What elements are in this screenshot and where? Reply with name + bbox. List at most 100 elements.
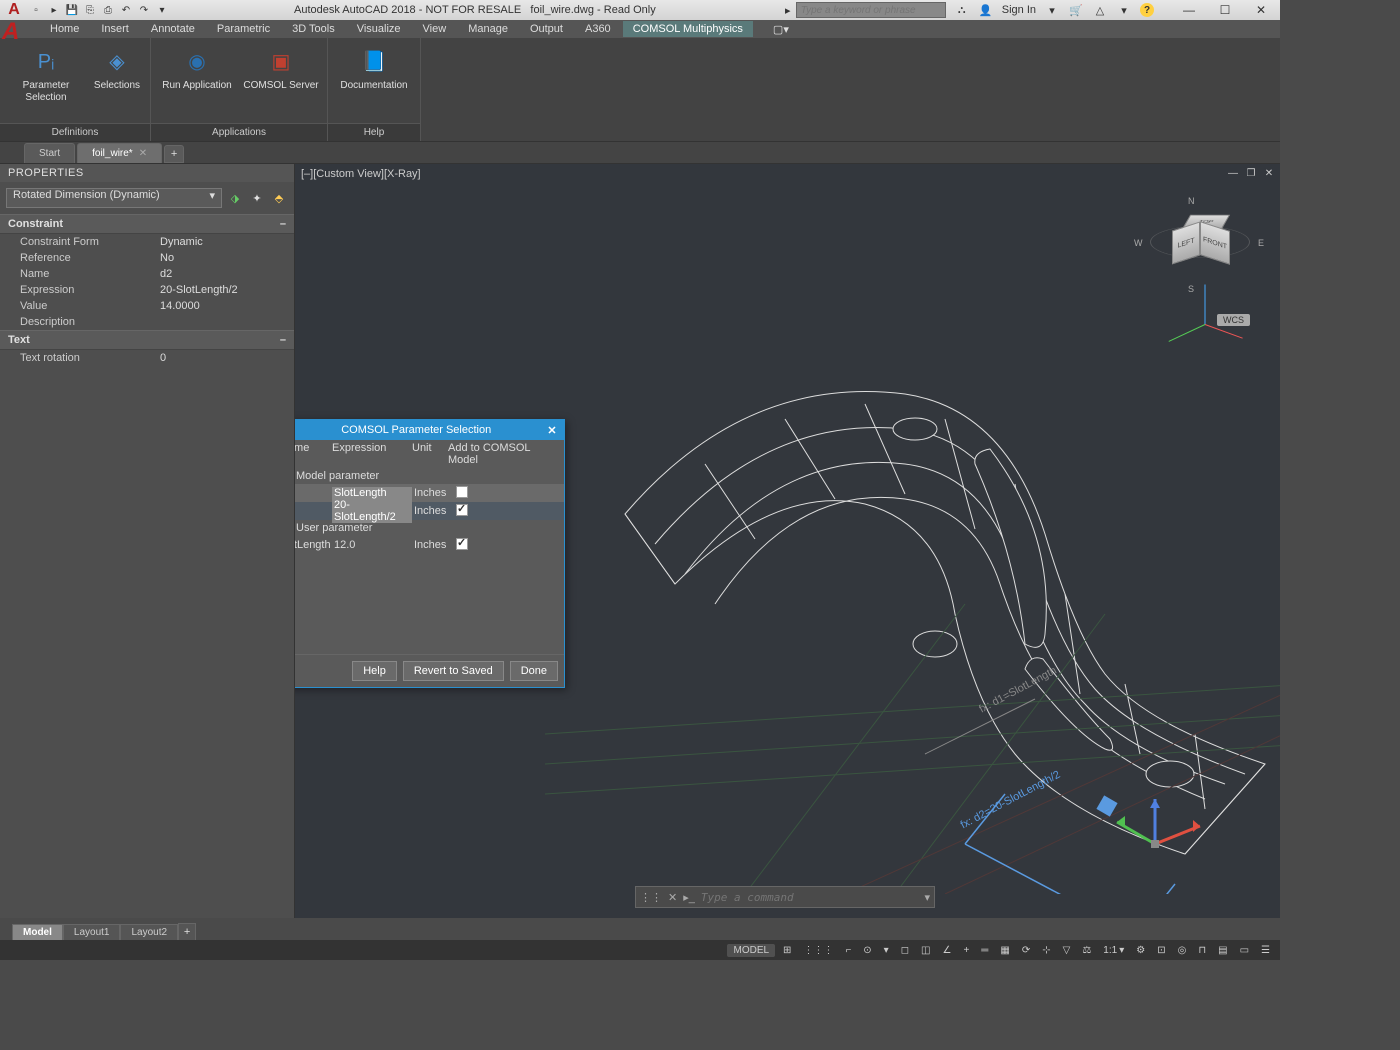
group-user-parameter[interactable]: User parameter (295, 520, 564, 536)
maximize-icon[interactable]: ☐ (1210, 1, 1240, 19)
checkbox-d1[interactable] (456, 486, 468, 498)
prop-reference[interactable]: ReferenceNo (0, 250, 294, 266)
status-lwt-icon[interactable]: ═ (977, 945, 992, 956)
tab-foil-wire[interactable]: foil_wire* ✕ (77, 143, 162, 163)
status-isodraft-icon[interactable]: ▾ (880, 945, 893, 956)
quick-select-icon[interactable]: ⬗ (226, 189, 244, 207)
prop-text-rotation[interactable]: Text rotation0 (0, 350, 294, 366)
status-cycle-icon[interactable]: ⟳ (1018, 945, 1034, 956)
status-model-toggle[interactable]: MODEL (727, 944, 775, 957)
dialog-help-button[interactable]: Help (352, 661, 397, 681)
dialog-close-icon[interactable]: ✕ (544, 422, 560, 438)
run-application-button[interactable]: ◉ Run Application (157, 42, 237, 119)
close-icon[interactable]: ✕ (1246, 1, 1276, 19)
command-close-icon[interactable]: ✕ (668, 891, 677, 904)
saveas-icon[interactable]: ⎘ (82, 2, 98, 18)
menu-comsol[interactable]: COMSOL Multiphysics (623, 21, 753, 37)
qat-dropdown-icon[interactable]: ▾ (154, 2, 170, 18)
viewport-close-icon[interactable]: ✕ (1262, 166, 1276, 180)
help-dropdown-icon[interactable]: ▾ (1116, 2, 1132, 18)
status-filter-icon[interactable]: ▽ (1059, 945, 1075, 956)
tab-close-icon[interactable]: ✕ (139, 148, 147, 159)
status-anno-icon[interactable]: ⚖ (1078, 945, 1095, 956)
minimize-icon[interactable]: — (1174, 1, 1204, 19)
status-osnap-icon[interactable]: ◻ (897, 945, 913, 956)
new-icon[interactable]: ▫ (28, 2, 44, 18)
menu-view[interactable]: View (413, 21, 457, 37)
prop-value[interactable]: Value14.0000 (0, 298, 294, 314)
checkbox-slotlength[interactable] (456, 538, 468, 550)
status-annomon-icon[interactable]: ◎ (1174, 945, 1191, 956)
viewport[interactable]: [–][Custom View][X-Ray] — ❐ ✕ N E S W TO… (295, 164, 1280, 918)
selection-type-dropdown[interactable]: Rotated Dimension (Dynamic) ▾ (6, 188, 222, 208)
autodesk-icon[interactable]: ⛬ (954, 2, 970, 18)
documentation-button[interactable]: 📘 Documentation (334, 42, 414, 119)
layout-tab-l2[interactable]: Layout2 (120, 924, 178, 941)
param-row-d2[interactable]: d2 20-SlotLength/2 Inches (295, 502, 564, 520)
tab-add-button[interactable]: + (164, 145, 184, 163)
menu-visualize[interactable]: Visualize (347, 21, 411, 37)
status-qprop-icon[interactable]: ▤ (1214, 945, 1231, 956)
save-icon[interactable]: 💾 (64, 2, 80, 18)
signin-icon[interactable]: 👤 (978, 2, 994, 18)
viewport-label[interactable]: [–][Custom View][X-Ray] (301, 168, 421, 180)
undo-icon[interactable]: ↶ (118, 2, 134, 18)
command-menu-icon[interactable]: ▾ (924, 891, 930, 904)
pick-add-icon[interactable]: ✦ (248, 189, 266, 207)
layout-add-button[interactable]: + (178, 923, 196, 941)
menu-annotate[interactable]: Annotate (141, 21, 205, 37)
status-dyn-icon[interactable]: + (959, 945, 973, 956)
status-units-icon[interactable]: ⊓ (1194, 945, 1210, 956)
tab-start[interactable]: Start (24, 143, 75, 163)
print-icon[interactable]: ⎙ (100, 2, 116, 18)
a360-icon[interactable]: △ (1092, 2, 1108, 18)
menu-home[interactable]: Home (40, 21, 89, 37)
redo-icon[interactable]: ↷ (136, 2, 152, 18)
status-snap-icon[interactable]: ⋮⋮⋮ (799, 945, 837, 956)
parameter-selection-button[interactable]: Pᵢ Parameter Selection (6, 42, 86, 119)
checkbox-d2[interactable] (456, 504, 468, 516)
help-search-input[interactable] (796, 2, 946, 18)
menu-insert[interactable]: Insert (91, 21, 139, 37)
status-ortho-icon[interactable]: ⌐ (841, 945, 855, 956)
status-gear-icon[interactable]: ⚙ (1132, 945, 1149, 956)
command-input[interactable] (701, 891, 919, 904)
select-objects-icon[interactable]: ⬘ (270, 189, 288, 207)
viewport-minimize-icon[interactable]: — (1226, 166, 1240, 180)
dialog-revert-button[interactable]: Revert to Saved (403, 661, 504, 681)
menu-manage[interactable]: Manage (458, 21, 518, 37)
menu-3dtools[interactable]: 3D Tools (282, 21, 345, 37)
menu-output[interactable]: Output (520, 21, 573, 37)
app-logo[interactable]: A (2, 18, 30, 46)
menu-a360[interactable]: A360 (575, 21, 621, 37)
status-3dosnap-icon[interactable]: ◫ (917, 945, 934, 956)
signin-dropdown-icon[interactable]: ▾ (1044, 2, 1060, 18)
signin-label[interactable]: Sign In (1002, 4, 1036, 16)
selections-button[interactable]: ◈ Selections (90, 42, 144, 119)
menu-parametric[interactable]: Parametric (207, 21, 280, 37)
viewport-restore-icon[interactable]: ❐ (1244, 166, 1258, 180)
param-row-slotlength[interactable]: SlotLength 12.0 Inches (295, 536, 564, 554)
command-drag-icon[interactable]: ⋮⋮ (640, 891, 662, 904)
search-icon[interactable]: ▸ (780, 2, 796, 18)
status-gizmo-icon[interactable]: ⊹ (1038, 945, 1054, 956)
status-cleanscreen-icon[interactable]: ▭ (1236, 945, 1253, 956)
status-scale-label[interactable]: 1:1▾ (1099, 945, 1128, 956)
section-constraint[interactable]: Constraint– (0, 214, 294, 234)
prop-description[interactable]: Description (0, 314, 294, 330)
prop-constraint-form[interactable]: Constraint FormDynamic (0, 234, 294, 250)
status-transp-icon[interactable]: ▦ (996, 945, 1013, 956)
layout-tab-l1[interactable]: Layout1 (63, 924, 121, 941)
dialog-done-button[interactable]: Done (510, 661, 558, 681)
layout-tab-model[interactable]: Model (12, 924, 63, 941)
section-text[interactable]: Text– (0, 330, 294, 350)
status-grid-icon[interactable]: ⊞ (779, 945, 795, 956)
menu-featured-apps-icon[interactable]: ▢▾ (765, 21, 797, 38)
group-model-parameter[interactable]: Model parameter (295, 468, 564, 484)
prop-expression[interactable]: Expression20-SlotLength/2 (0, 282, 294, 298)
status-polar-icon[interactable]: ⊙ (859, 945, 875, 956)
status-workspace-icon[interactable]: ⊡ (1153, 945, 1169, 956)
status-otrack-icon[interactable]: ∠ (938, 945, 955, 956)
prop-name[interactable]: Named2 (0, 266, 294, 282)
status-customize-icon[interactable]: ☰ (1257, 945, 1274, 956)
